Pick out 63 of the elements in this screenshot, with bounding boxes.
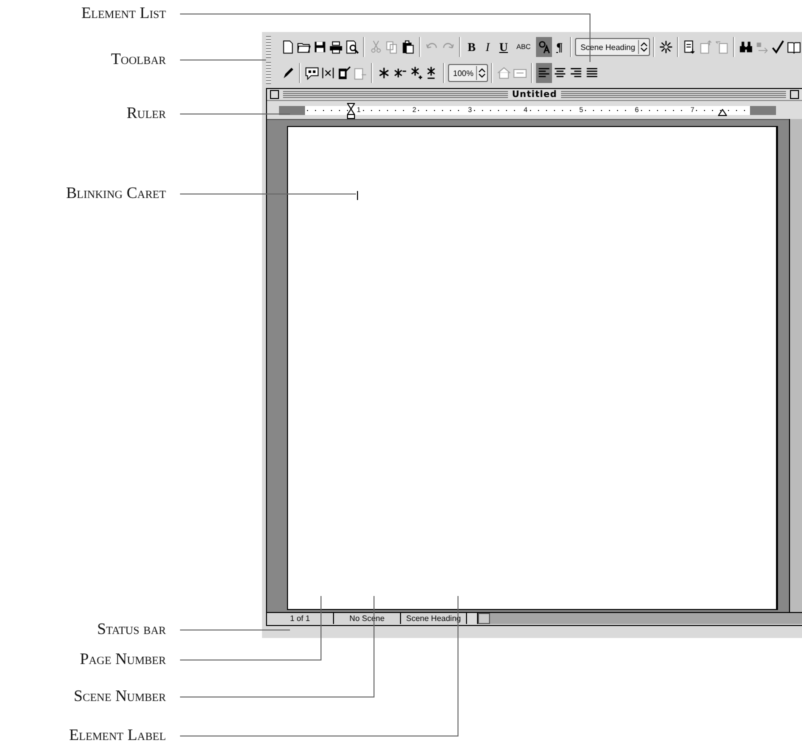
element-label: Scene Heading	[401, 613, 467, 624]
speech-icon	[305, 66, 319, 80]
align-center-icon	[553, 66, 568, 80]
doc-down-icon	[683, 40, 698, 54]
pencil-icon	[281, 66, 295, 80]
margin-marker-icon[interactable]	[718, 108, 727, 116]
folder-icon	[296, 40, 311, 54]
page-number: 1 of 1	[267, 613, 334, 624]
callout-label: Scene Number	[74, 688, 166, 706]
toolbar-button[interactable]: I	[480, 37, 496, 57]
bars-icon	[321, 66, 335, 80]
toolbar-button[interactable]: ¶	[552, 37, 568, 57]
align-right-icon	[569, 66, 584, 80]
copy-icon	[384, 40, 399, 54]
doc-edit-icon	[337, 66, 351, 80]
callout-label: Blinking Caret	[66, 185, 166, 203]
callout-label: Element Label	[69, 727, 166, 745]
binoculars-icon	[739, 40, 754, 54]
indent-marker-icon[interactable]	[347, 102, 355, 118]
printer-icon	[328, 40, 343, 54]
document-icon	[280, 40, 295, 54]
doc-back-icon	[715, 40, 730, 54]
asterisk-plus-icon	[409, 66, 423, 80]
house-icon	[497, 66, 512, 80]
stepper-icon	[638, 40, 650, 54]
toolbar-grip[interactable]	[266, 36, 271, 58]
justify-icon	[585, 66, 600, 80]
callout-label: Element List	[81, 5, 166, 23]
window-title: Untitled	[512, 90, 558, 100]
text-caret	[357, 191, 358, 200]
toolbar-grip[interactable]	[266, 62, 271, 84]
vertical-scrollbar[interactable]	[789, 119, 802, 612]
toolbar-button[interactable]	[536, 63, 552, 83]
ruler-margin-block	[279, 106, 305, 114]
asterisk-icon	[377, 66, 391, 80]
asterisk-arrow-icon	[393, 66, 407, 80]
zoom-box[interactable]	[790, 90, 800, 99]
spellcheck-icon	[770, 40, 785, 54]
floppy-icon	[312, 40, 327, 54]
toolbar-button[interactable]	[536, 37, 552, 57]
toolbar-button[interactable]: B	[464, 37, 480, 57]
doc-up-icon	[699, 40, 714, 54]
callout-label: Status bar	[97, 621, 166, 639]
book-icon	[786, 40, 801, 54]
preview-icon	[344, 40, 359, 54]
find-arrow-icon	[755, 40, 770, 54]
callout-label: Toolbar	[111, 51, 166, 69]
ruler-margin-block	[750, 106, 776, 114]
dropdown[interactable]: 100%	[448, 64, 488, 82]
horizontal-scrollbar[interactable]	[467, 613, 802, 624]
scissors-icon	[368, 40, 383, 54]
stepper-icon	[476, 66, 488, 80]
sparkle-icon	[659, 40, 674, 54]
toolbar-button[interactable]: U	[496, 37, 512, 57]
frame-icon	[513, 66, 528, 80]
callout-label: Ruler	[126, 105, 166, 123]
doc-ghost-icon	[353, 66, 367, 80]
invisibles-icon	[536, 40, 551, 54]
close-box[interactable]	[270, 90, 279, 99]
clipboard-icon	[400, 40, 415, 54]
callout-label: Page Number	[80, 651, 166, 669]
align-left-icon	[537, 66, 552, 80]
scene-number: No Scene	[334, 613, 401, 624]
